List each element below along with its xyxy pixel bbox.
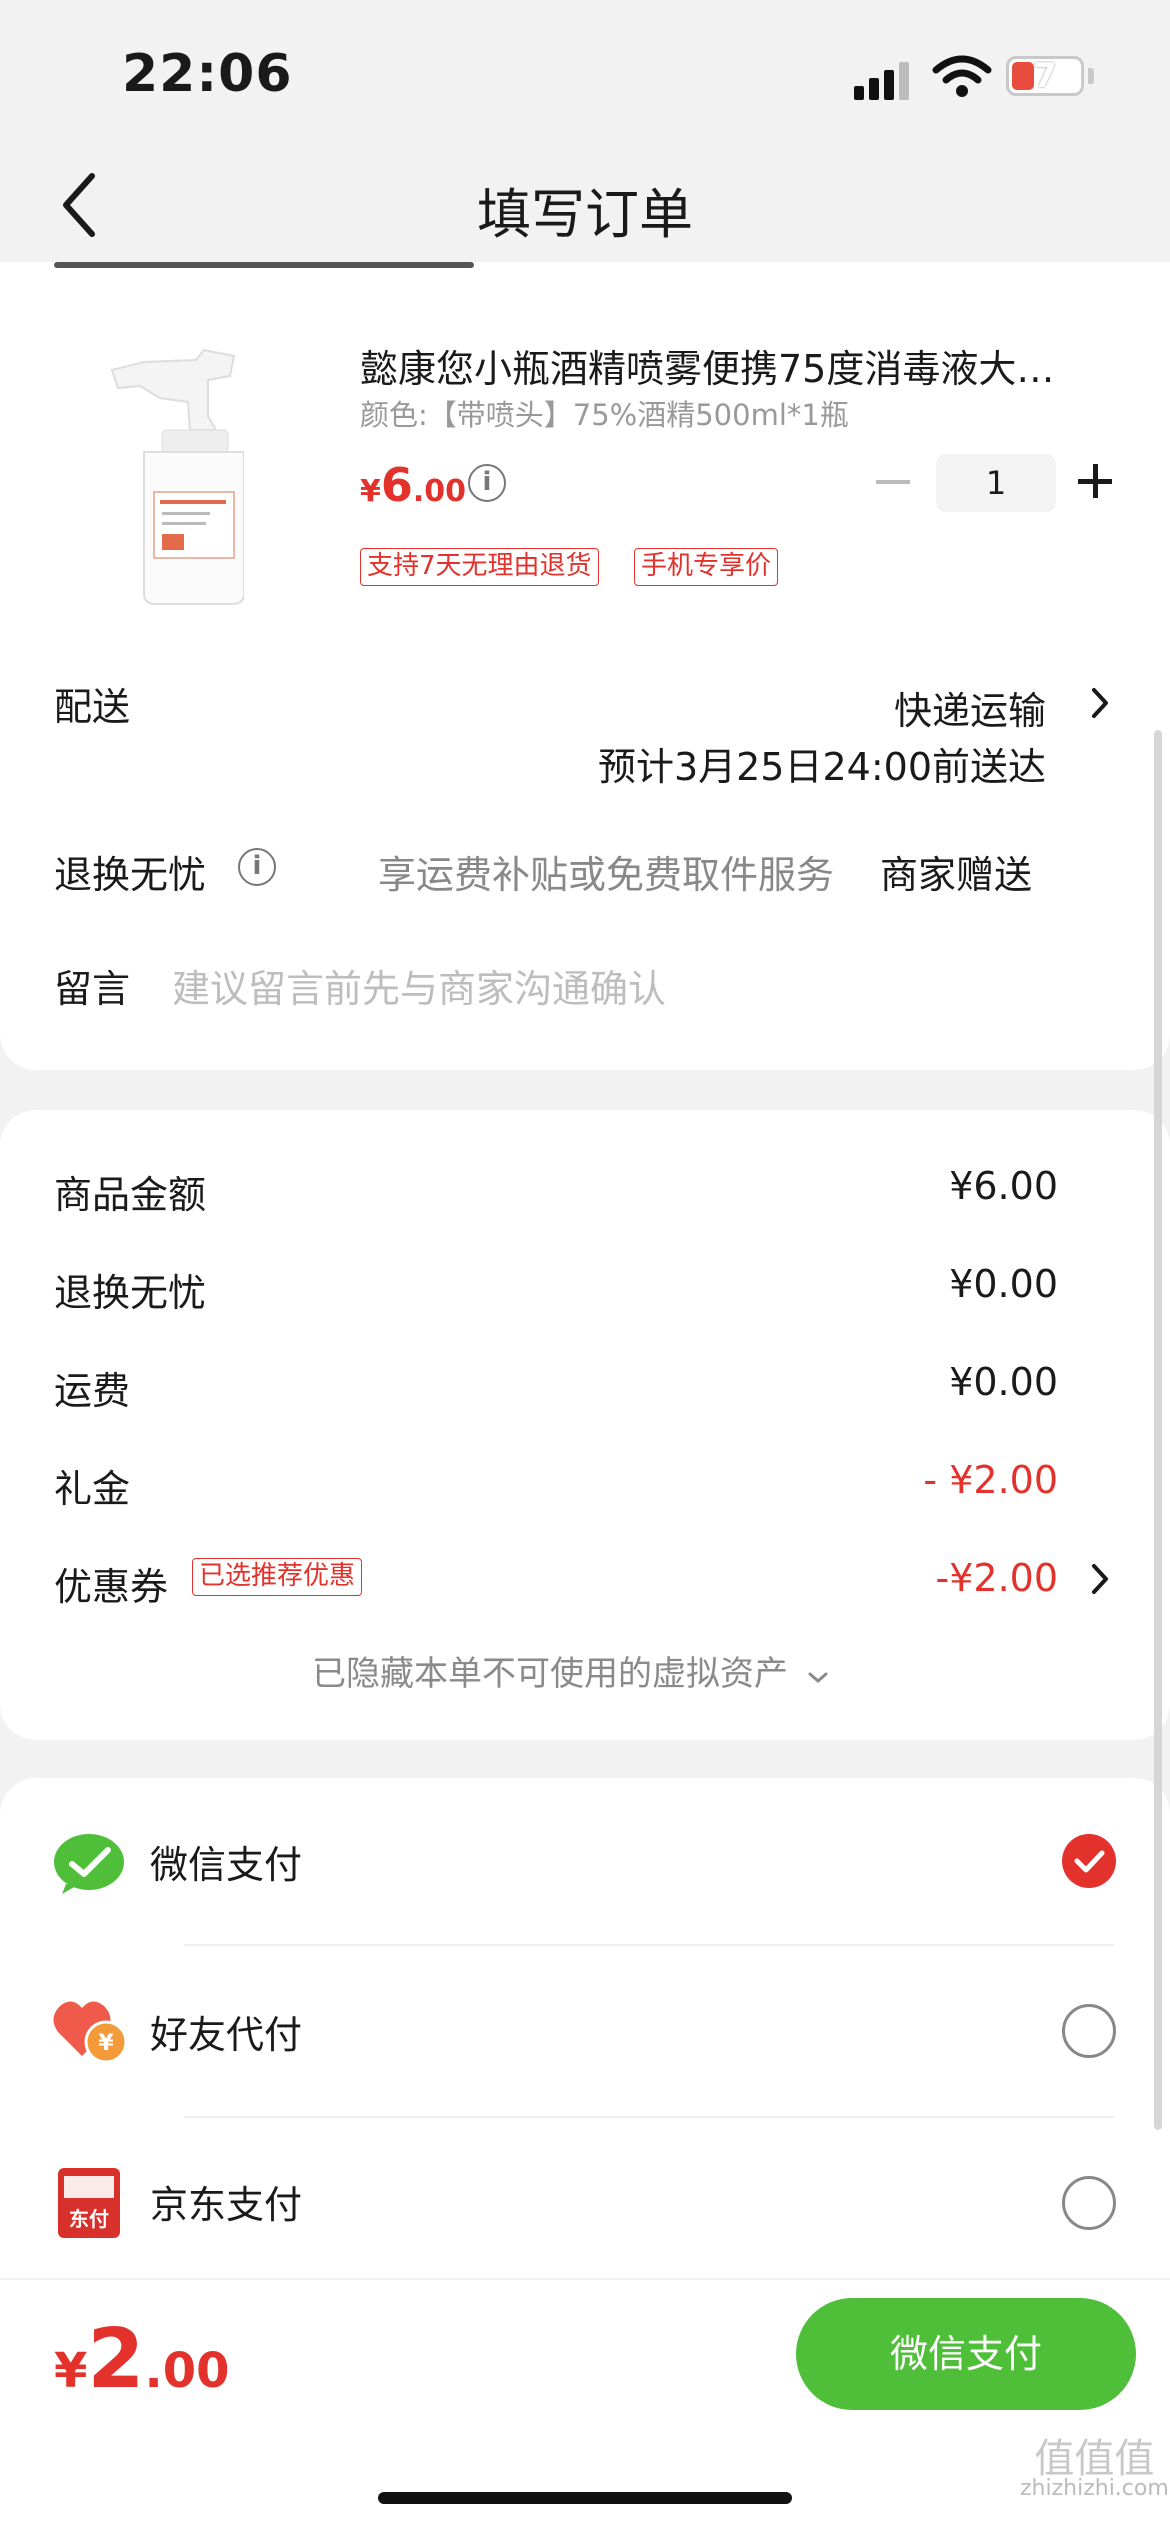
return-service-info-icon[interactable]: i <box>238 848 276 886</box>
quantity-increase-button[interactable] <box>1078 464 1112 498</box>
scrollbar[interactable] <box>1154 730 1162 2130</box>
message-label: 留言 <box>54 967 131 1011</box>
battery-level: 7 <box>1033 56 1057 96</box>
coupon-label: 优惠券 <box>54 1565 169 1609</box>
price-info-icon[interactable]: i <box>468 464 506 502</box>
mobile-price-tag: 手机专享价 <box>634 548 779 586</box>
delivery-eta: 预计3月25日24:00前送达 <box>597 745 1046 789</box>
check-icon <box>1074 1850 1105 1873</box>
battery-icon: 7 <box>1006 56 1084 96</box>
scrolled-address-fragment <box>54 250 474 278</box>
friend-pay-icon: ¥ <box>53 2001 128 2064</box>
payment-label-friend: 好友代付 <box>150 2013 303 2057</box>
home-indicator[interactable] <box>378 2492 792 2504</box>
delivery-chevron-icon[interactable] <box>1090 686 1112 720</box>
return-service-desc: 享运费补贴或免费取件服务 <box>378 853 835 897</box>
coupon-chevron-icon[interactable] <box>1090 1562 1112 1596</box>
product-price: ¥6.00 <box>360 458 466 512</box>
total-symbol: ¥ <box>54 2343 88 2399</box>
total-decimal: .00 <box>144 2343 230 2399</box>
total-integer: 2 <box>87 2312 145 2407</box>
wechat-pay-icon <box>54 1834 124 1894</box>
summary-value-goods: ¥6.00 <box>949 1164 1058 1208</box>
radio-jd[interactable] <box>1062 2176 1116 2230</box>
summary-label-return: 退换无忧 <box>54 1271 207 1315</box>
payment-label-wechat: 微信支付 <box>150 1843 303 1887</box>
friend-pay-icon-text: ¥ <box>98 2031 114 2056</box>
radio-wechat-checked[interactable] <box>1062 1834 1116 1888</box>
jd-pay-icon: 东付 <box>58 2168 120 2238</box>
summary-label-shipping: 运费 <box>54 1369 131 1413</box>
chevron-down-icon <box>808 1672 828 1683</box>
wifi-icon <box>932 55 992 97</box>
radio-friend[interactable] <box>1062 2004 1116 2058</box>
price-symbol: ¥ <box>360 474 381 509</box>
page-title: 填写订单 <box>477 183 693 246</box>
summary-value-return: ¥0.00 <box>949 1262 1058 1306</box>
price-integer: 6 <box>380 458 413 512</box>
product-image[interactable] <box>104 346 244 606</box>
pay-button[interactable]: 微信支付 <box>796 2298 1136 2410</box>
cellular-signal-icon <box>854 60 914 100</box>
jd-pay-icon-text: 东付 <box>69 2207 109 2231</box>
summary-value-gift-cash: - ¥2.00 <box>923 1458 1058 1502</box>
product-spec: 颜色:【带喷头】75%酒精500ml*1瓶 <box>360 398 849 432</box>
delivery-method[interactable]: 快递运输 <box>894 680 1046 735</box>
hidden-assets-toggle[interactable]: 已隐藏本单不可使用的虚拟资产 <box>312 1646 829 1695</box>
return-policy-tag: 支持7天无理由退货 <box>360 548 599 586</box>
coupon-badge: 已选推荐优惠 <box>192 1558 363 1596</box>
watermark-url: zhizhizhi.com <box>1020 2476 1169 2501</box>
status-time: 22:06 <box>122 44 293 104</box>
summary-label-goods: 商品金额 <box>54 1173 207 1217</box>
quantity-decrease-button[interactable] <box>876 480 910 484</box>
hidden-assets-note: 已隐藏本单不可使用的虚拟资产 <box>312 1654 788 1694</box>
payment-label-jd: 京东支付 <box>150 2183 303 2227</box>
battery-tip <box>1088 68 1094 84</box>
watermark-logo: 值值值 <box>1034 2436 1155 2482</box>
summary-label-gift-cash: 礼金 <box>54 1467 131 1511</box>
watermark: 值值值 zhizhizhi.com <box>1020 2436 1169 2504</box>
delivery-label: 配送 <box>54 685 131 729</box>
total-price: ¥2.00 <box>54 2312 230 2407</box>
summary-value-shipping: ¥0.00 <box>949 1360 1058 1404</box>
price-decimal: .00 <box>412 474 467 509</box>
return-service-value: 商家赠送 <box>880 853 1033 897</box>
product-title[interactable]: 懿康您小瓶酒精喷雾便携75度消毒液大… <box>360 338 1100 393</box>
return-service-label: 退换无忧 <box>54 853 207 897</box>
coupon-value[interactable]: -¥2.00 <box>936 1556 1059 1600</box>
quantity-input[interactable]: 1 <box>936 454 1056 512</box>
message-input[interactable]: 建议留言前先与商家沟通确认 <box>172 958 666 1013</box>
